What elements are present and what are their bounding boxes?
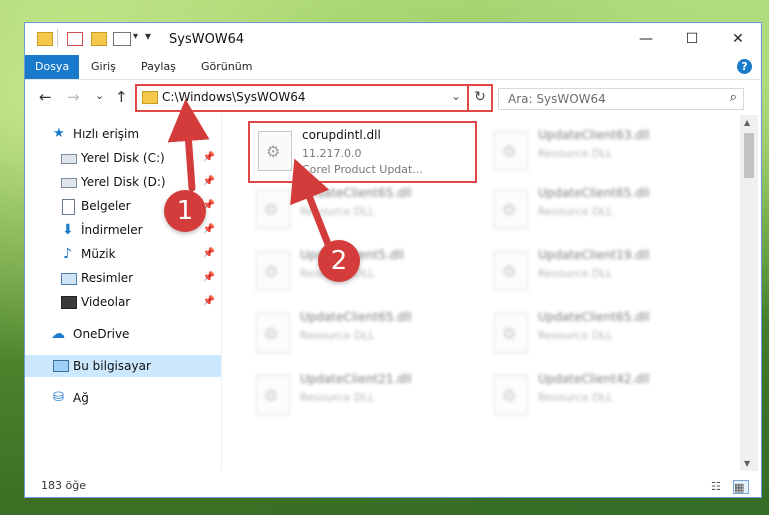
callout-badge-1: 1 <box>164 190 206 232</box>
arrow-to-address-bar <box>167 99 210 192</box>
annotation-arrows <box>167 99 332 248</box>
arrow-to-file <box>290 158 332 248</box>
callout-badge-2: 2 <box>318 240 360 282</box>
